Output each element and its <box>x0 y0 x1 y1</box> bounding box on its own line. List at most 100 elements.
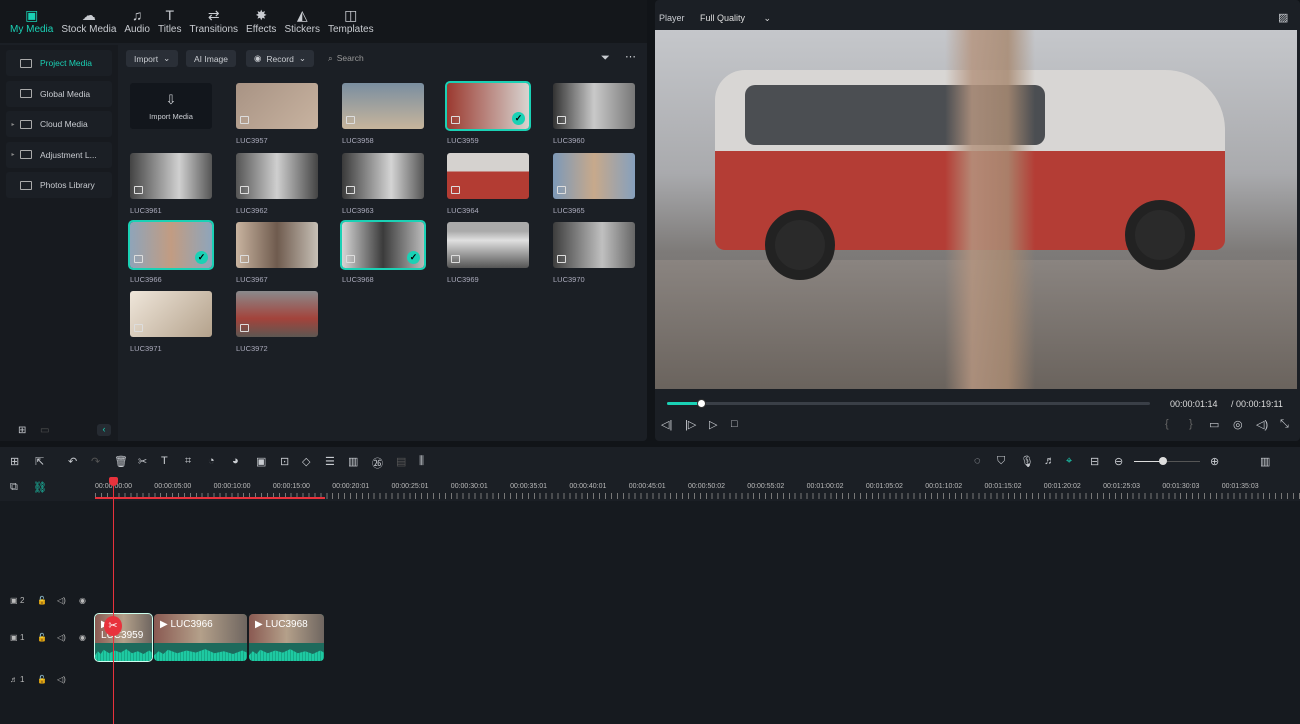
tab-audio[interactable]: ♫ Audio <box>120 0 154 43</box>
mask-icon[interactable]: ▣ <box>256 455 266 468</box>
timeline-clip[interactable]: ▶ LUC3959 <box>94 613 153 662</box>
media-thumbnail[interactable] <box>342 83 424 129</box>
collapse-sidebar-icon[interactable]: ‹ <box>97 424 111 436</box>
adjust-icon[interactable]: ☰ <box>325 455 335 468</box>
mic-icon[interactable]: 🎙 <box>1020 455 1034 468</box>
folder-icon[interactable]: ▭ <box>40 425 49 436</box>
tab-stickers[interactable]: ◭ Stickers <box>280 0 324 43</box>
expand-arrow-icon[interactable]: ▸ <box>6 151 20 158</box>
ruler-label: 00:00:25:01 <box>391 483 429 490</box>
eye-icon[interactable]: ◉ <box>79 596 86 605</box>
music-list-icon[interactable]: ♬ <box>1044 455 1055 467</box>
tab-stock-media[interactable]: ☁ Stock Media <box>57 0 120 43</box>
cut-icon[interactable]: ✂ <box>138 455 147 468</box>
volume-icon[interactable]: ◁) <box>1256 418 1268 431</box>
media-thumbnail[interactable] <box>236 291 318 337</box>
next-frame-icon[interactable]: |▷ <box>685 418 696 431</box>
ai-image-button[interactable]: AI Image <box>186 50 237 67</box>
mute-icon[interactable]: ◁) <box>57 675 66 684</box>
media-thumbnail[interactable]: ✓ <box>340 220 426 270</box>
sidebar-item-adjustment-l-[interactable]: ▸ Adjustment L... <box>6 141 112 168</box>
media-thumbnail[interactable] <box>236 222 318 268</box>
sidebar-item-global-media[interactable]: Global Media <box>6 80 112 107</box>
lock-icon[interactable]: 🔓 <box>37 675 47 684</box>
new-folder-icon[interactable]: ⊞ <box>18 425 26 436</box>
mute-icon[interactable]: ◁) <box>57 633 66 642</box>
lock-icon[interactable]: 🔓 <box>37 633 47 642</box>
tab-my-media[interactable]: ▣ My Media <box>6 0 57 43</box>
media-thumbnail[interactable]: ✓ <box>445 81 531 131</box>
progress-slider[interactable] <box>667 399 1150 408</box>
sidebar-item-project-media[interactable]: Project Media <box>6 50 112 76</box>
expand-arrow-icon[interactable]: ▸ <box>6 121 20 128</box>
marker-icon[interactable]: ⛉ <box>997 455 1005 468</box>
keyframe-icon[interactable]: ◇ <box>302 455 310 468</box>
color-icon[interactable]: ◕ <box>232 455 239 467</box>
crop-icon[interactable]: ⌗ <box>185 455 191 468</box>
snap-icon[interactable]: ⌖ <box>1066 455 1072 468</box>
stop-icon[interactable]: □ <box>731 418 738 430</box>
delete-icon[interactable]: 🗑 <box>114 455 128 468</box>
fullscreen-icon[interactable]: ⤡ <box>1280 418 1289 431</box>
media-thumbnail[interactable] <box>553 83 635 129</box>
render-icon[interactable]: ◌ <box>974 455 981 467</box>
media-thumbnail[interactable] <box>447 153 529 199</box>
link-icon[interactable]: ⛓ <box>33 481 47 494</box>
import-button[interactable]: Import ⌄ <box>126 50 179 67</box>
undo-icon[interactable]: ↶ <box>68 455 77 468</box>
mark-out-icon[interactable]: } <box>1189 418 1193 430</box>
record-icon: ◉ <box>254 53 262 63</box>
record-button[interactable]: ◉ Record ⌄ <box>246 50 314 67</box>
mute-icon[interactable]: ◁) <box>57 596 66 605</box>
tab-titles[interactable]: T Titles <box>154 0 186 43</box>
search-input[interactable]: ⌕ Search <box>328 53 364 64</box>
grid-icon[interactable]: ⊞ <box>10 455 19 468</box>
media-thumbnail[interactable] <box>553 222 635 268</box>
scopes-icon[interactable]: ▨ <box>1278 11 1288 24</box>
media-thumbnail[interactable] <box>236 153 318 199</box>
freeze-icon[interactable]: ▥ <box>348 455 358 468</box>
media-thumbnail[interactable] <box>447 222 529 268</box>
media-thumbnail[interactable] <box>130 153 212 199</box>
playhead[interactable] <box>109 477 118 724</box>
eye-icon[interactable]: ◉ <box>79 633 86 642</box>
audio-wave-icon[interactable]: ⫼ <box>419 455 424 468</box>
tab-effects[interactable]: ✸ Effects <box>242 0 280 43</box>
media-thumbnail[interactable] <box>130 291 212 337</box>
sidebar-item-photos-library[interactable]: Photos Library <box>6 172 112 198</box>
media-thumbnail[interactable] <box>236 83 318 129</box>
split-scissors-icon[interactable]: ✂ <box>104 616 122 636</box>
timeline-clip[interactable]: ▶ LUC3968 <box>249 614 324 661</box>
add-track-icon[interactable]: ⧉ <box>10 481 18 494</box>
ai-icon[interactable]: ▤ <box>396 455 406 468</box>
media-thumbnail[interactable] <box>342 153 424 199</box>
snapshot-icon[interactable]: ◎ <box>1233 418 1243 431</box>
select-icon[interactable]: ⇱ <box>35 455 44 468</box>
subtitle-icon[interactable]: ㉖ <box>372 455 383 471</box>
fit-icon[interactable]: ⊟ <box>1090 455 1099 468</box>
previous-frame-icon[interactable]: ◁| <box>661 418 672 431</box>
text-icon[interactable]: T <box>161 455 168 467</box>
quality-select[interactable]: Full Quality ⌄ <box>700 13 771 24</box>
video-preview[interactable] <box>655 30 1297 389</box>
import-media-tile[interactable]: ⇩ Import Media <box>130 83 212 129</box>
play-icon[interactable]: ▷ <box>709 418 717 431</box>
tab-templates[interactable]: ◫ Templates <box>324 0 378 43</box>
layout-icon[interactable]: ▥ <box>1260 455 1270 468</box>
redo-icon[interactable]: ↷ <box>91 455 100 468</box>
media-thumbnail[interactable]: ✓ <box>128 220 214 270</box>
filter-icon[interactable]: ⏷ <box>601 52 610 65</box>
zoom-in-icon[interactable]: ⊕ <box>1210 455 1219 468</box>
timeline-clip[interactable]: ▶ LUC3966 <box>154 614 247 661</box>
stabilize-icon[interactable]: ⊡ <box>280 455 289 468</box>
sidebar-item-cloud-media[interactable]: ▸ Cloud Media <box>6 111 112 137</box>
zoom-slider[interactable] <box>1134 457 1200 465</box>
media-thumbnail[interactable] <box>553 153 635 199</box>
more-icon[interactable]: ⋯ <box>625 50 636 63</box>
lock-icon[interactable]: 🔓 <box>37 596 47 605</box>
speed-icon[interactable]: ◔ <box>208 455 215 467</box>
mark-in-icon[interactable]: { <box>1165 418 1169 430</box>
tab-transitions[interactable]: ⇄ Transitions <box>186 0 243 43</box>
zoom-out-icon[interactable]: ⊖ <box>1114 455 1123 468</box>
display-icon[interactable]: ▭ <box>1209 418 1219 431</box>
